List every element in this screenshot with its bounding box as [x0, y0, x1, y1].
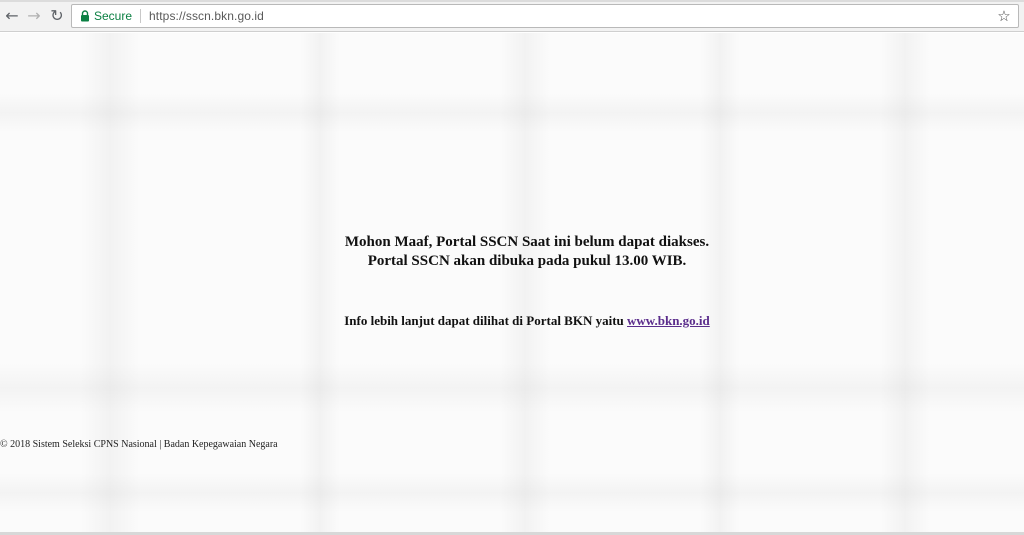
info-text: Info lebih lanjut dapat dilihat di Porta…: [344, 313, 628, 328]
reload-icon[interactable]: ↻: [47, 6, 67, 26]
back-arrow-icon[interactable]: ←: [2, 6, 22, 26]
tab-strip-edge: [0, 0, 1024, 2]
forward-arrow-icon[interactable]: →: [24, 6, 44, 26]
page-content: Mohon Maaf, Portal SSCN Saat ini belum d…: [0, 33, 1024, 535]
url-text[interactable]: https://sscn.bkn.go.id: [149, 9, 264, 23]
info-line: Info lebih lanjut dapat dilihat di Porta…: [0, 313, 1024, 329]
address-bar[interactable]: Secure https://sscn.bkn.go.id ☆: [71, 4, 1019, 28]
page-body: Mohon Maaf, Portal SSCN Saat ini belum d…: [0, 33, 1024, 535]
secure-label: Secure: [94, 9, 133, 23]
lock-icon: [80, 10, 90, 22]
bookmark-star-icon[interactable]: ☆: [996, 8, 1012, 24]
footer-copyright: © 2018 Sistem Seleksi CPNS Nasional | Ba…: [0, 439, 278, 450]
message-line-1: Mohon Maaf, Portal SSCN Saat ini belum d…: [344, 234, 710, 250]
bkn-portal-link[interactable]: www.bkn.go.id: [627, 313, 710, 328]
message-line-2: Portal SSCN akan dibuka pada pukul 13.00…: [367, 253, 687, 269]
address-divider: [140, 9, 142, 23]
browser-toolbar: ← → ↻ Secure https://sscn.bkn.go.id ☆: [0, 0, 1024, 32]
maintenance-message: Mohon Maaf, Portal SSCN Saat ini belum d…: [0, 233, 1024, 271]
